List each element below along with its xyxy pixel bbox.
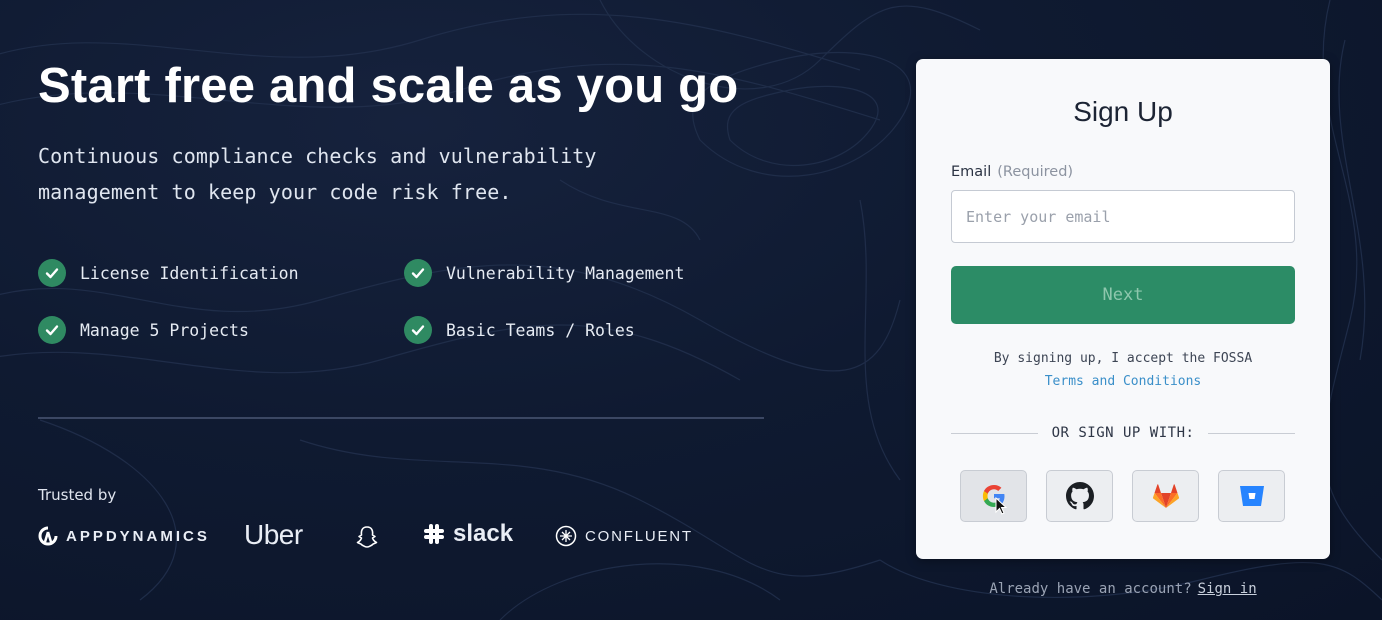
trusted-by-label: Trusted by <box>38 486 117 504</box>
appdynamics-logo: APPDYNAMICS <box>38 526 210 546</box>
next-button[interactable]: Next <box>951 266 1295 324</box>
divider-line <box>1208 432 1296 434</box>
or-sign-up-with-label: OR SIGN UP WITH: <box>1051 425 1195 441</box>
slack-hash-icon <box>424 524 444 544</box>
bitbucket-icon <box>1239 486 1264 506</box>
already-have-account: Already have an account? Sign in <box>916 581 1330 597</box>
check-icon <box>404 316 432 344</box>
appdynamics-icon <box>38 526 58 546</box>
already-have-account-text: Already have an account? <box>989 581 1192 597</box>
hero-title: Start free and scale as you go <box>38 59 739 113</box>
gitlab-signup-button[interactable] <box>1132 470 1199 522</box>
feature-label: Manage 5 Projects <box>80 320 249 340</box>
feature-vulnerability-management: Vulnerability Management <box>404 259 684 287</box>
check-icon <box>38 259 66 287</box>
confluent-wordmark: CONFLUENT <box>585 527 693 545</box>
slack-wordmark: slack <box>453 520 514 547</box>
appdynamics-wordmark: APPDYNAMICS <box>66 527 210 545</box>
google-signup-button[interactable] <box>960 470 1027 522</box>
divider-line <box>951 432 1038 434</box>
confluent-logo: CONFLUENT <box>555 525 693 547</box>
sign-in-link[interactable]: Sign in <box>1198 581 1257 597</box>
confluent-icon <box>555 525 577 547</box>
email-input[interactable] <box>951 190 1295 243</box>
snapchat-ghost-icon <box>356 526 378 548</box>
terms-text: By signing up, I accept the FOSSA <box>993 351 1253 366</box>
uber-logo: Uber <box>244 519 303 551</box>
check-icon <box>404 259 432 287</box>
mouse-cursor-icon <box>995 497 1008 515</box>
signup-title: Sign Up <box>1073 96 1173 127</box>
hero-subtitle-line1: Continuous compliance checks and vulnera… <box>38 144 597 168</box>
email-label: Email (Required) <box>951 164 1073 180</box>
uber-wordmark: Uber <box>244 519 303 550</box>
github-icon <box>1065 482 1094 510</box>
slack-logo: slack <box>423 520 513 548</box>
hero-subtitle: Continuous compliance checks and vulnera… <box>38 138 638 210</box>
gitlab-icon <box>1152 484 1179 508</box>
email-required-text: (Required) <box>997 164 1074 180</box>
feature-license-identification: License Identification <box>38 259 299 287</box>
feature-label: License Identification <box>80 263 299 283</box>
feature-label: Vulnerability Management <box>446 263 685 283</box>
hero-subtitle-line2: management to keep your code risk free. <box>38 180 512 204</box>
check-icon <box>38 316 66 344</box>
feature-basic-teams-roles: Basic Teams / Roles <box>404 316 635 344</box>
section-divider <box>38 417 764 419</box>
bitbucket-signup-button[interactable] <box>1218 470 1285 522</box>
feature-label: Basic Teams / Roles <box>446 320 635 340</box>
or-sign-up-with-divider: OR SIGN UP WITH: <box>951 425 1296 441</box>
snapchat-logo <box>354 524 380 550</box>
feature-manage-projects: Manage 5 Projects <box>38 316 249 344</box>
terms-and-conditions-link[interactable]: Terms and Conditions <box>916 374 1330 389</box>
email-label-text: Email <box>951 164 992 180</box>
github-signup-button[interactable] <box>1046 470 1113 522</box>
